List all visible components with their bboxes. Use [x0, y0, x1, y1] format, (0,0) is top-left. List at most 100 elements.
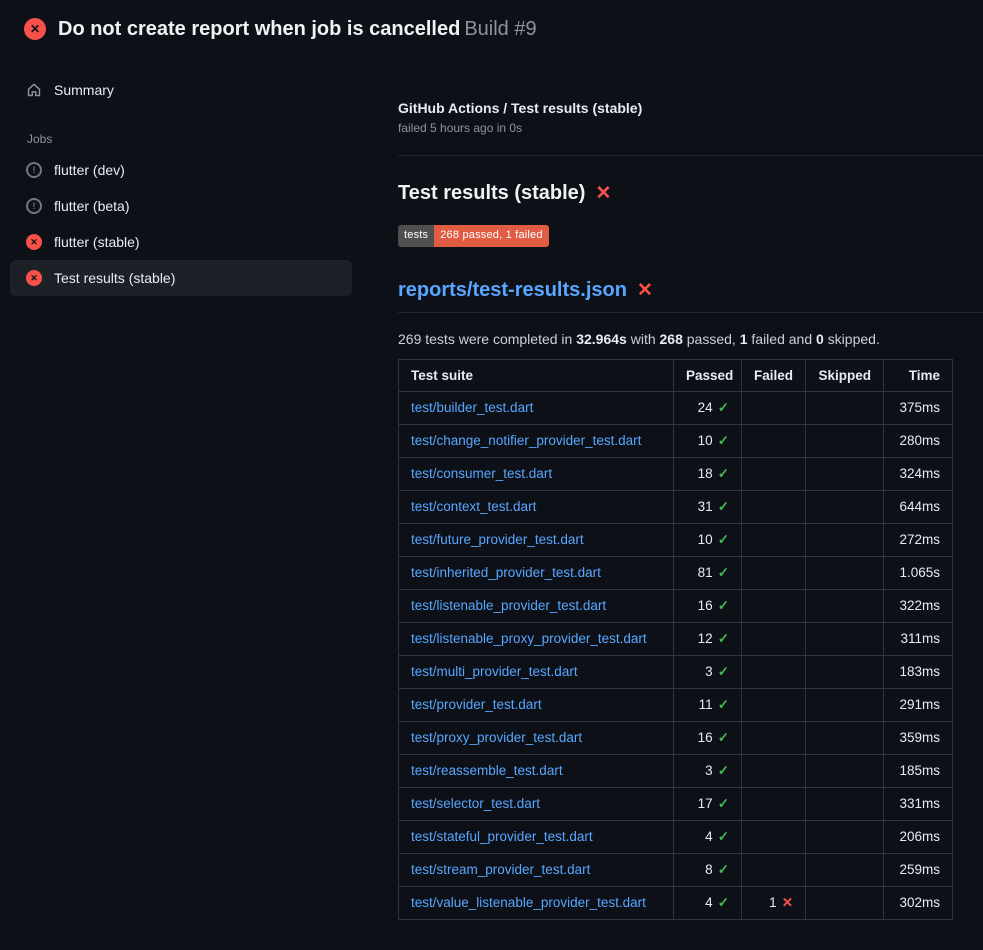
test-suite-link[interactable]: test/multi_provider_test.dart: [411, 664, 578, 679]
test-suite-link[interactable]: test/provider_test.dart: [411, 697, 542, 712]
table-row: test/provider_test.dart 11✓ 291ms: [399, 688, 953, 721]
passed-cell: 31✓: [674, 490, 742, 523]
test-suite-link[interactable]: test/listenable_proxy_provider_test.dart: [411, 631, 647, 646]
col-header-skipped: Skipped: [806, 359, 884, 391]
check-icon: ✓: [718, 466, 729, 481]
sidebar-item-flutter-stable[interactable]: ✕ flutter (stable): [10, 224, 352, 260]
test-suite-link[interactable]: test/stateful_provider_test.dart: [411, 829, 593, 844]
test-suite-link[interactable]: test/listenable_provider_test.dart: [411, 598, 606, 613]
check-icon: ✓: [718, 565, 729, 580]
test-suite-link[interactable]: test/value_listenable_provider_test.dart: [411, 895, 646, 910]
skipped-cell: [806, 391, 884, 424]
table-row: test/listenable_provider_test.dart 16✓ 3…: [399, 589, 953, 622]
suite-cell: test/multi_provider_test.dart: [399, 655, 674, 688]
suite-cell: test/value_listenable_provider_test.dart: [399, 886, 674, 919]
layout: Summary Jobs ! flutter (dev) ! flutter (…: [0, 56, 983, 920]
suite-cell: test/builder_test.dart: [399, 391, 674, 424]
skipped-cell: [806, 721, 884, 754]
failed-cell: [742, 391, 806, 424]
passed-cell: 4✓: [674, 820, 742, 853]
table-row: test/inherited_provider_test.dart 81✓ 1.…: [399, 556, 953, 589]
time-cell: 206ms: [884, 820, 953, 853]
passed-cell: 24✓: [674, 391, 742, 424]
x-icon: ✕: [637, 279, 653, 302]
passed-cell: 3✓: [674, 754, 742, 787]
test-suite-link[interactable]: test/context_test.dart: [411, 499, 536, 514]
test-suite-link[interactable]: test/proxy_provider_test.dart: [411, 730, 582, 745]
summary-failed-count: 1: [740, 331, 748, 347]
badge-label: tests: [398, 225, 434, 247]
skipped-cell: [806, 853, 884, 886]
skipped-cell: [806, 490, 884, 523]
time-cell: 183ms: [884, 655, 953, 688]
summary-prefix: 269 tests were completed in: [398, 331, 576, 347]
time-cell: 375ms: [884, 391, 953, 424]
suite-cell: test/context_test.dart: [399, 490, 674, 523]
check-icon: ✓: [718, 862, 729, 877]
build-number: Build #9: [464, 18, 536, 40]
summary-mid-passed: passed,: [683, 331, 740, 347]
table-header-row: Test suite Passed Failed Skipped Time: [399, 359, 953, 391]
test-suite-link[interactable]: test/builder_test.dart: [411, 400, 533, 415]
test-suite-link[interactable]: test/inherited_provider_test.dart: [411, 565, 601, 580]
suite-cell: test/selector_test.dart: [399, 787, 674, 820]
check-icon: ✓: [718, 697, 729, 712]
check-title: Do not create report when job is cancell…: [58, 18, 460, 40]
test-suite-link[interactable]: test/future_provider_test.dart: [411, 532, 584, 547]
suite-cell: test/reassemble_test.dart: [399, 754, 674, 787]
check-icon: ✓: [718, 829, 729, 844]
test-suite-link[interactable]: test/reassemble_test.dart: [411, 763, 563, 778]
report-link[interactable]: reports/test-results.json: [398, 279, 627, 302]
sidebar-item-test-results-stable[interactable]: ✕ Test results (stable): [10, 260, 352, 296]
table-row: test/consumer_test.dart 18✓ 324ms: [399, 457, 953, 490]
table-row: test/change_notifier_provider_test.dart …: [399, 424, 953, 457]
skipped-cell: [806, 754, 884, 787]
test-suite-link[interactable]: test/stream_provider_test.dart: [411, 862, 590, 877]
check-icon: ✓: [718, 796, 729, 811]
sidebar-item-flutter-beta[interactable]: ! flutter (beta): [10, 188, 352, 224]
test-suite-link[interactable]: test/consumer_test.dart: [411, 466, 552, 481]
time-cell: 644ms: [884, 490, 953, 523]
summary-mid-with: with: [627, 331, 660, 347]
passed-cell: 16✓: [674, 589, 742, 622]
check-icon: ✓: [718, 433, 729, 448]
test-suite-link[interactable]: test/selector_test.dart: [411, 796, 540, 811]
passed-cell: 3✓: [674, 655, 742, 688]
time-cell: 259ms: [884, 853, 953, 886]
failed-cell: [742, 655, 806, 688]
suite-cell: test/inherited_provider_test.dart: [399, 556, 674, 589]
check-icon: ✓: [718, 763, 729, 778]
sidebar-item-summary[interactable]: Summary: [10, 72, 352, 108]
alert-circle-icon: !: [26, 198, 42, 214]
passed-cell: 18✓: [674, 457, 742, 490]
passed-cell: 12✓: [674, 622, 742, 655]
time-cell: 359ms: [884, 721, 953, 754]
passed-cell: 10✓: [674, 523, 742, 556]
table-row: test/reassemble_test.dart 3✓ 185ms: [399, 754, 953, 787]
tests-badge: tests 268 passed, 1 failed: [398, 225, 549, 247]
passed-cell: 81✓: [674, 556, 742, 589]
jobs-section-label: Jobs: [27, 132, 352, 146]
x-circle-icon: ✕: [26, 270, 42, 286]
x-icon: ✕: [595, 182, 611, 205]
suite-cell: test/listenable_provider_test.dart: [399, 589, 674, 622]
table-row: test/value_listenable_provider_test.dart…: [399, 886, 953, 919]
failed-cell: [742, 721, 806, 754]
job-label: Test results (stable): [54, 270, 175, 286]
summary-label: Summary: [54, 82, 114, 98]
breadcrumb: GitHub Actions / Test results (stable): [398, 100, 983, 116]
results-table: Test suite Passed Failed Skipped Time te…: [398, 359, 953, 920]
skipped-cell: [806, 622, 884, 655]
suite-cell: test/stream_provider_test.dart: [399, 853, 674, 886]
test-suite-link[interactable]: test/change_notifier_provider_test.dart: [411, 433, 641, 448]
run-status-line: failed 5 hours ago in 0s: [398, 121, 983, 135]
summary-skipped-count: 0: [816, 331, 824, 347]
passed-cell: 4✓: [674, 886, 742, 919]
table-row: test/stream_provider_test.dart 8✓ 259ms: [399, 853, 953, 886]
passed-cell: 17✓: [674, 787, 742, 820]
time-cell: 280ms: [884, 424, 953, 457]
skipped-cell: [806, 523, 884, 556]
job-label: flutter (beta): [54, 198, 129, 214]
time-cell: 331ms: [884, 787, 953, 820]
sidebar-item-flutter-dev[interactable]: ! flutter (dev): [10, 152, 352, 188]
